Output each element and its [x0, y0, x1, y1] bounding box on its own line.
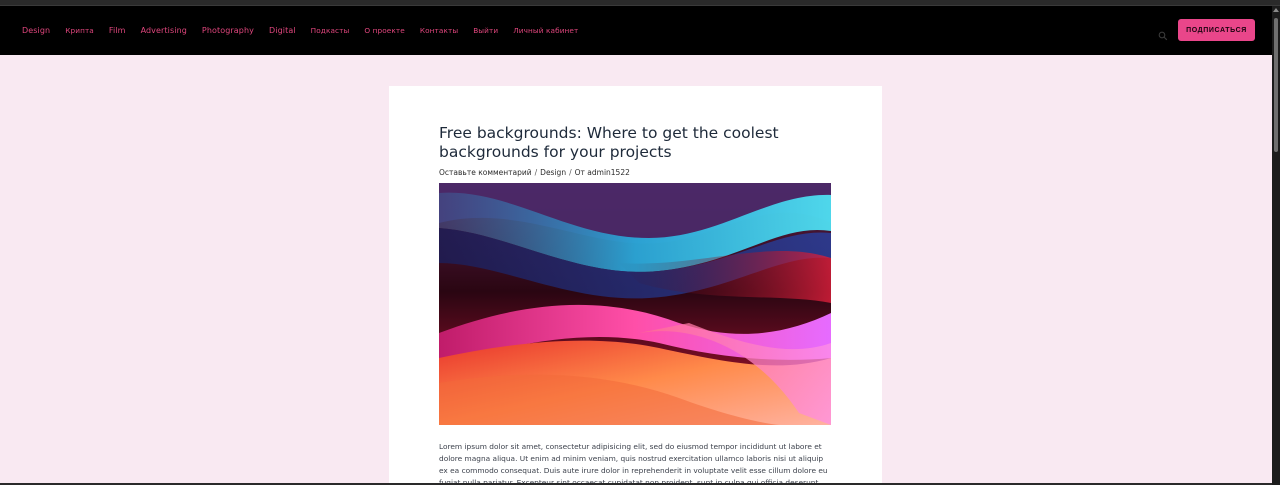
nav-item-about[interactable]: О проекте — [364, 26, 404, 35]
nav-item-film[interactable]: Film — [109, 26, 126, 35]
page-scrollbar[interactable] — [1272, 6, 1280, 485]
article-meta: Оставьте комментарий / Design / От admin1522 — [439, 168, 630, 177]
scroll-thumb[interactable] — [1274, 18, 1278, 152]
featured-image — [439, 183, 831, 425]
author-prefix: От — [574, 168, 585, 177]
nav-item-photography[interactable]: Photography — [202, 26, 254, 35]
meta-separator: / — [569, 168, 572, 177]
nav-item-digital[interactable]: Digital — [269, 26, 296, 35]
author-link[interactable]: admin1522 — [587, 168, 630, 177]
category-link[interactable]: Design — [540, 168, 566, 177]
nav-item-podcasts[interactable]: Подкасты — [311, 26, 350, 35]
nav-item-crypto[interactable]: Крипта — [65, 26, 94, 35]
abstract-waves-image — [439, 183, 831, 425]
meta-separator: / — [534, 168, 538, 177]
nav-item-logout[interactable]: Выйти — [473, 26, 498, 35]
nav-item-account[interactable]: Личный кабинет — [513, 26, 578, 35]
site-header: Design Крипта Film Advertising Photograp… — [0, 6, 1272, 55]
nav-item-design[interactable]: Design — [22, 26, 50, 35]
main-nav: Design Крипта Film Advertising Photograp… — [22, 26, 593, 35]
subscribe-button[interactable]: ПОДПИСАТЬСЯ — [1178, 19, 1255, 41]
article-body: Lorem ipsum dolor sit amet, consectetur … — [439, 442, 828, 485]
nav-item-contacts[interactable]: Контакты — [420, 26, 458, 35]
comments-link[interactable]: Оставьте комментарий — [439, 168, 532, 177]
article-title[interactable]: Free backgrounds: Where to get the coole… — [439, 124, 839, 162]
search-icon[interactable] — [1158, 26, 1168, 41]
nav-item-advertising[interactable]: Advertising — [141, 26, 187, 35]
article-card: Free backgrounds: Where to get the coole… — [389, 86, 882, 485]
scroll-up-arrow-icon[interactable] — [1273, 8, 1279, 12]
